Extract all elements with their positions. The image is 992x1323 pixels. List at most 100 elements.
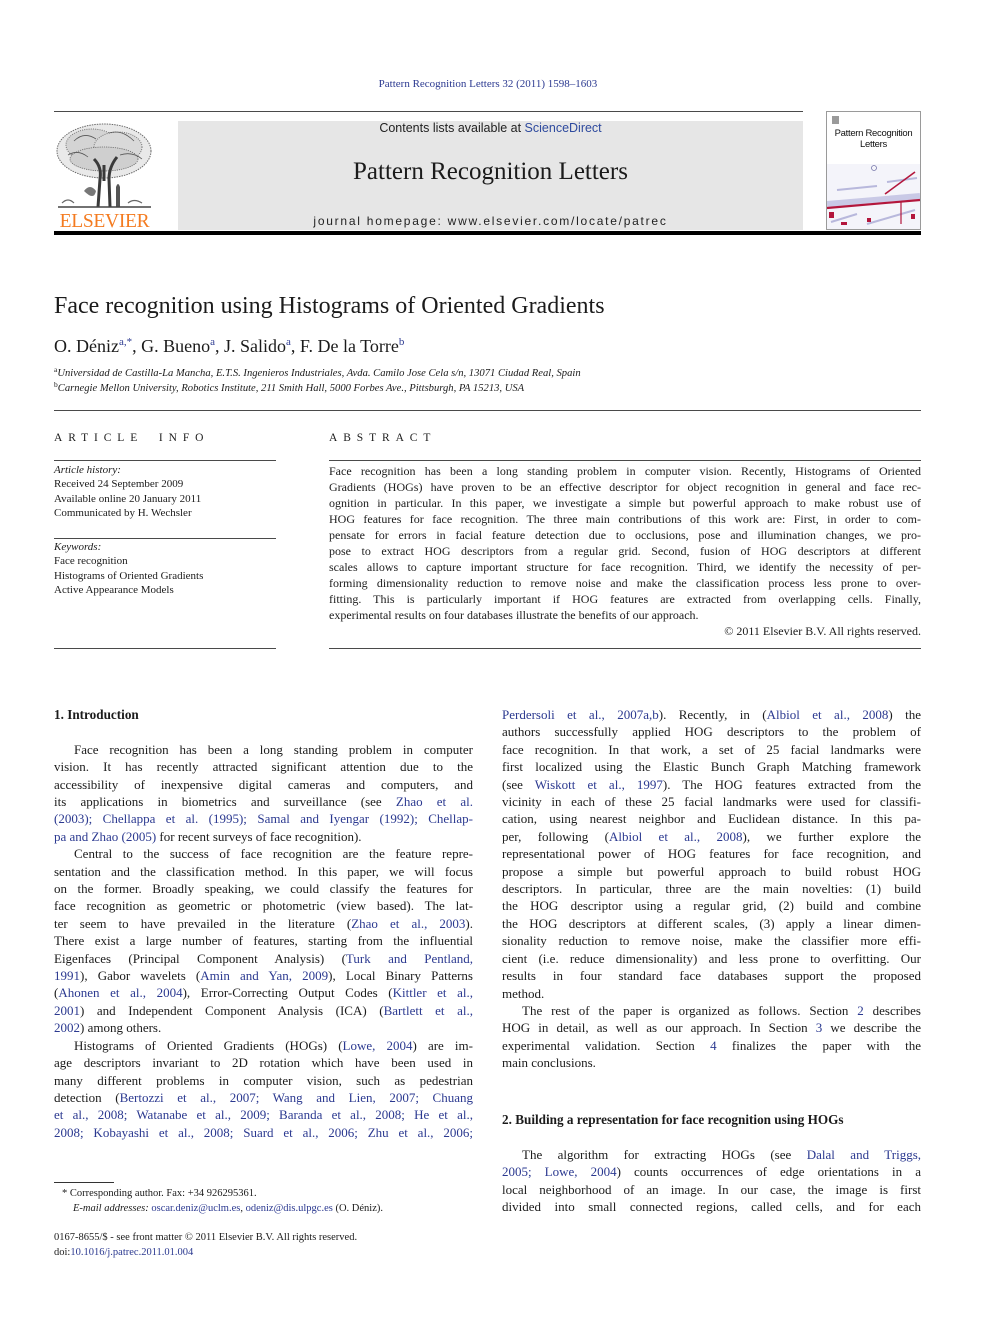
journal-cover-thumbnail[interactable]: Pattern Recognition Letters — [826, 111, 921, 230]
text-line: ter seem to have prevailed in the litera… — [54, 915, 473, 932]
elsevier-tree-icon — [56, 123, 152, 208]
text-line: method. — [502, 985, 921, 1002]
citation-link[interactable]: Amin and Yan, 2009 — [200, 968, 328, 983]
issn-line: 0167-8655/$ - see front matter © 2011 El… — [54, 1232, 358, 1243]
text-line: face recognition. In that work, a set of… — [502, 741, 921, 758]
corresponding-author-text: Corresponding author. Fax: +34 926295361… — [67, 1188, 257, 1199]
text-run: face recognition. In that work, a set of… — [502, 741, 921, 757]
text-line: pose to extract HOG descriptors from a r… — [329, 543, 921, 559]
text-line: propose a simple but powerful approach t… — [502, 863, 921, 880]
text-line: There exist a large number of features, … — [54, 932, 473, 949]
header-top-divider — [54, 111, 803, 112]
text-run: pensate for errors in facial feature det… — [329, 528, 921, 542]
email-link[interactable]: odeniz@dis.ulpgc.es — [246, 1203, 333, 1214]
citation-link[interactable]: et al., 2008; Watanabe et al., 2009; Bar… — [54, 1107, 473, 1122]
text-line: Face recognition has been a long standin… — [329, 463, 921, 479]
text-line: its applications in biometrics and surve… — [54, 793, 473, 810]
sciencedirect-link[interactable]: ScienceDirect — [525, 121, 602, 135]
text-line: Gradients (HOGs) have proven to be an ef… — [329, 479, 921, 495]
text-line: vicinity in each of these 25 facial land… — [502, 793, 921, 810]
citation-link[interactable]: Albiol et al., 2008 — [767, 707, 889, 722]
keyword: Active Appearance Models — [54, 584, 174, 597]
doi-label: doi: — [54, 1246, 71, 1258]
body-column-right: Perdersoli et al., 2007a,b). Recently, i… — [502, 706, 921, 1216]
section-heading: 2. Building a representation for face re… — [502, 1112, 844, 1128]
citation-link[interactable]: Lowe, 2004 — [343, 1038, 413, 1053]
author-name[interactable]: J. Salido — [224, 336, 286, 356]
citation-link[interactable]: Perdersoli et al., 2007a,b — [502, 707, 659, 722]
author-separator: , — [290, 336, 300, 356]
text-run: descriptors. In particular, three are th… — [502, 881, 921, 897]
citation-link[interactable]: 2008; Kobayashi et al., 2008; Suard et a… — [54, 1125, 473, 1140]
text-run: vicinity in each of these 25 facial land… — [502, 794, 921, 810]
citation-link[interactable]: Zhao et al. — [396, 794, 473, 809]
text-run: experimental validation. Section — [502, 1037, 711, 1053]
author-affiliation-mark[interactable]: b — [399, 336, 405, 348]
article-info-divider — [54, 460, 276, 461]
citation-link[interactable]: pa and Zhao (2005) — [54, 829, 156, 844]
email-link[interactable]: oscar.deniz@uclm.es — [151, 1203, 240, 1214]
citation-link[interactable]: 2001 — [54, 1003, 80, 1018]
text-run: per, following ( — [502, 828, 609, 844]
text-line: sionality reduction to remove noise, mak… — [502, 932, 921, 949]
author-affiliation-mark[interactable]: a,* — [119, 336, 132, 348]
text-line: 2002) among others. — [54, 1019, 473, 1036]
text-line: first localized using the Elastic Bunch … — [502, 758, 921, 775]
citation-link[interactable]: 1991 — [54, 968, 80, 983]
text-line: Histograms of Oriented Gradients (HOGs) … — [54, 1037, 473, 1054]
contents-availability: Contents lists available at ScienceDirec… — [178, 121, 803, 135]
paragraph: The algorithm for extracting HOGs (see D… — [502, 1146, 921, 1216]
journal-homepage-link[interactable]: journal homepage: www.elsevier.com/locat… — [178, 214, 803, 228]
text-run: for recent surveys of face recognition). — [156, 828, 362, 844]
article-history: Article history: Received 24 September 2… — [54, 463, 276, 521]
text-run: ), Gabor wavelets ( — [80, 968, 201, 984]
text-run: Face recognition has been a long standin… — [329, 464, 921, 478]
text-run: HOG in detail, as well as our approach. … — [502, 1020, 816, 1036]
text-run: accessibility of inexpensive digital cam… — [54, 776, 473, 792]
cover-publisher-icon — [832, 116, 839, 124]
citation-link[interactable]: Wiskott et al., 1997 — [535, 777, 663, 792]
text-run: ) the — [888, 707, 921, 722]
journal-citation-link[interactable]: Pattern Recognition Letters 32 (2011) 15… — [0, 77, 976, 91]
author-name[interactable]: G. Bueno — [141, 336, 210, 356]
citation-link[interactable]: Kittler et al., — [393, 985, 473, 1000]
citation-link[interactable]: 2002 — [54, 1020, 80, 1035]
paragraph: The rest of the paper is organized as fo… — [502, 1002, 921, 1072]
text-line: age descriptors invariant to 2D rotation… — [54, 1054, 473, 1071]
text-line: authors successfully applied HOG descrip… — [502, 723, 921, 740]
elsevier-logo[interactable]: ELSEVIER — [54, 121, 155, 233]
section-heading: 1. Introduction — [54, 707, 139, 722]
text-line: local neighborhood of an image. In our c… — [502, 1181, 921, 1198]
author-separator: , — [215, 336, 225, 356]
citation-link[interactable]: Bertozzi et al., 2007; Wang and Lien, 20… — [120, 1090, 473, 1105]
article-title: Face recognition using Histograms of Ori… — [54, 293, 605, 319]
text-run: ) counts occurrences of edge orientation… — [616, 1164, 921, 1180]
citation-link[interactable]: 2005; Lowe, 2004 — [502, 1164, 617, 1179]
text-run: Eigenfaces (Principal Component Analysis… — [54, 950, 346, 966]
contents-prefix: Contents lists available at — [379, 121, 525, 135]
doi-link[interactable]: 10.1016/j.patrec.2011.01.004 — [70, 1247, 193, 1258]
text-line: Central to the success of face recogniti… — [54, 845, 473, 862]
citation-link[interactable]: Bartlett et al., — [384, 1003, 473, 1018]
text-line: 2005; Lowe, 2004) counts occurrences of … — [502, 1163, 921, 1180]
text-line: Perdersoli et al., 2007a,b). Recently, i… — [502, 706, 921, 723]
citation-link[interactable]: Ahonen et al., 2004 — [58, 985, 182, 1000]
text-line: accessibility of inexpensive digital cam… — [54, 776, 473, 793]
text-line: the HOG descriptor using a regular grid,… — [502, 897, 921, 914]
author-name[interactable]: O. Déniz — [54, 336, 119, 356]
text-line: 2008; Kobayashi et al., 2008; Suard et a… — [54, 1124, 473, 1141]
text-run: The rest of the paper is organized as fo… — [522, 1002, 858, 1018]
citation-link[interactable]: Zhao et al., 2003 — [351, 916, 465, 931]
text-run: HOG features for face recognition. The t… — [329, 512, 921, 526]
abstract-body: Face recognition has been a long standin… — [329, 463, 921, 639]
author-separator: , — [132, 336, 142, 356]
citation-link[interactable]: Albiol et al., 2008 — [609, 829, 743, 844]
text-line: vision. It has recently attracted signif… — [54, 758, 473, 775]
citation-link[interactable]: Turk and Pentland, — [346, 951, 473, 966]
author-name[interactable]: F. De la Torre — [300, 336, 399, 356]
citation-link[interactable]: Dalal and Triggs, — [807, 1147, 921, 1162]
text-run: scales allows to capture important struc… — [329, 560, 921, 574]
citation-link[interactable]: (2003); Chellappa et al. (1995); Samal a… — [54, 811, 473, 826]
text-run: authors successfully applied HOG descrip… — [502, 724, 921, 740]
text-line: scales allows to capture important struc… — [329, 559, 921, 575]
